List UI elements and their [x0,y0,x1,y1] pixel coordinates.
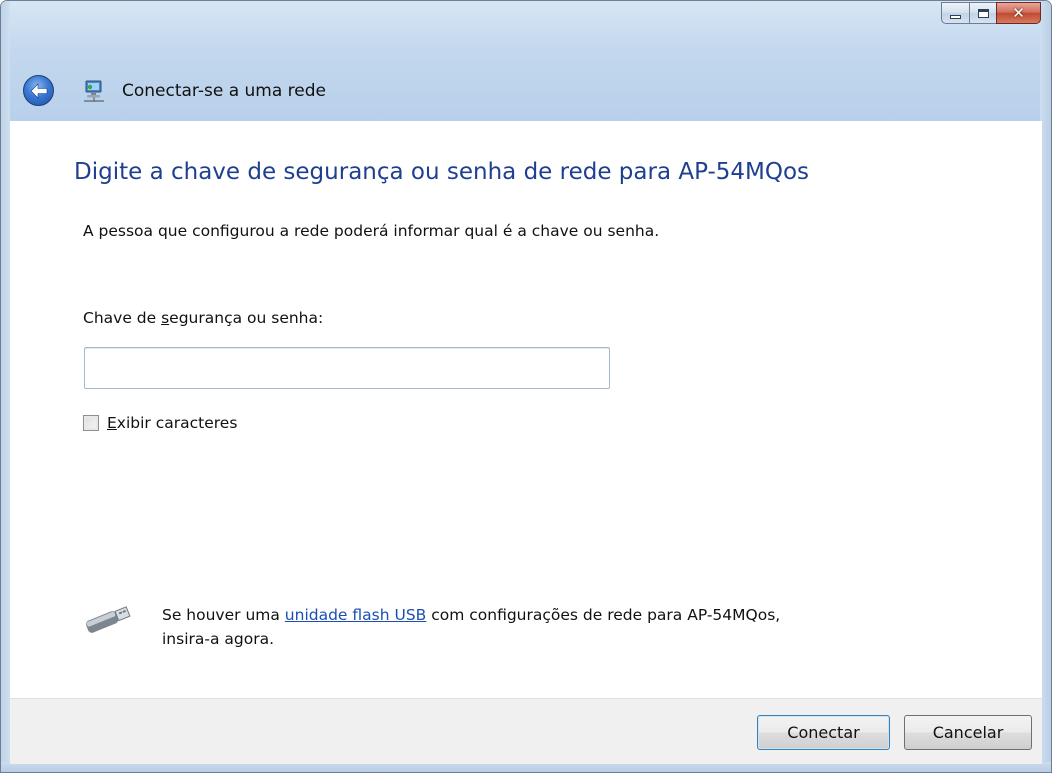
security-key-label-part2: egurança ou senha: [169,309,324,327]
show-characters-checkbox[interactable] [83,415,99,431]
cancel-button[interactable]: Cancelar [904,715,1032,750]
show-characters-label[interactable]: Exibir caracteres [107,414,237,432]
usb-text-prefix: Se houver uma [162,606,285,624]
security-key-label-accelerator: s [161,309,170,327]
main-instruction: Digite a chave de segurança ou senha de … [74,159,810,185]
security-key-label: Chave de segurança ou senha: [83,309,323,327]
usb-text-line2: insira-a agora. [162,630,275,648]
security-key-label-part1: Chave de [83,309,162,327]
usb-instruction-text: Se houver uma unidade flash USB com conf… [162,603,780,651]
content-panel: Digite a chave de segurança ou senha de … [10,121,1042,698]
description-text: A pessoa que configurou a rede poderá in… [83,222,660,240]
show-characters-option[interactable]: Exibir caracteres [83,414,237,432]
security-key-input[interactable] [84,347,610,389]
back-button[interactable] [23,75,54,106]
window-title: Conectar-se a uma rede [122,81,326,101]
usb-drive-icon [86,606,131,633]
caption-buttons: ✕ [941,2,1041,25]
close-button[interactable]: ✕ [996,2,1041,24]
show-characters-accelerator: E [107,414,117,432]
show-characters-label-rest: xibir caracteres [116,414,238,432]
window-frame-left[interactable] [1,1,10,772]
usb-flash-drive-link[interactable]: unidade flash USB [285,606,427,624]
network-icon [84,80,104,102]
command-area: Conectar Cancelar [10,698,1042,764]
maximize-icon [977,8,989,18]
back-arrow-icon [30,82,47,99]
usb-text-suffix: com configurações de rede para AP-54MQos… [426,606,781,624]
window-frame-top[interactable] [1,1,1051,121]
minimize-button[interactable] [941,2,969,24]
maximize-button[interactable] [969,2,996,24]
connect-button[interactable]: Conectar [757,715,890,750]
dialog-window: ✕ Conectar-se a uma rede Digite a chave … [0,0,1052,773]
close-icon: ✕ [1012,3,1025,22]
minimize-icon [950,14,961,19]
